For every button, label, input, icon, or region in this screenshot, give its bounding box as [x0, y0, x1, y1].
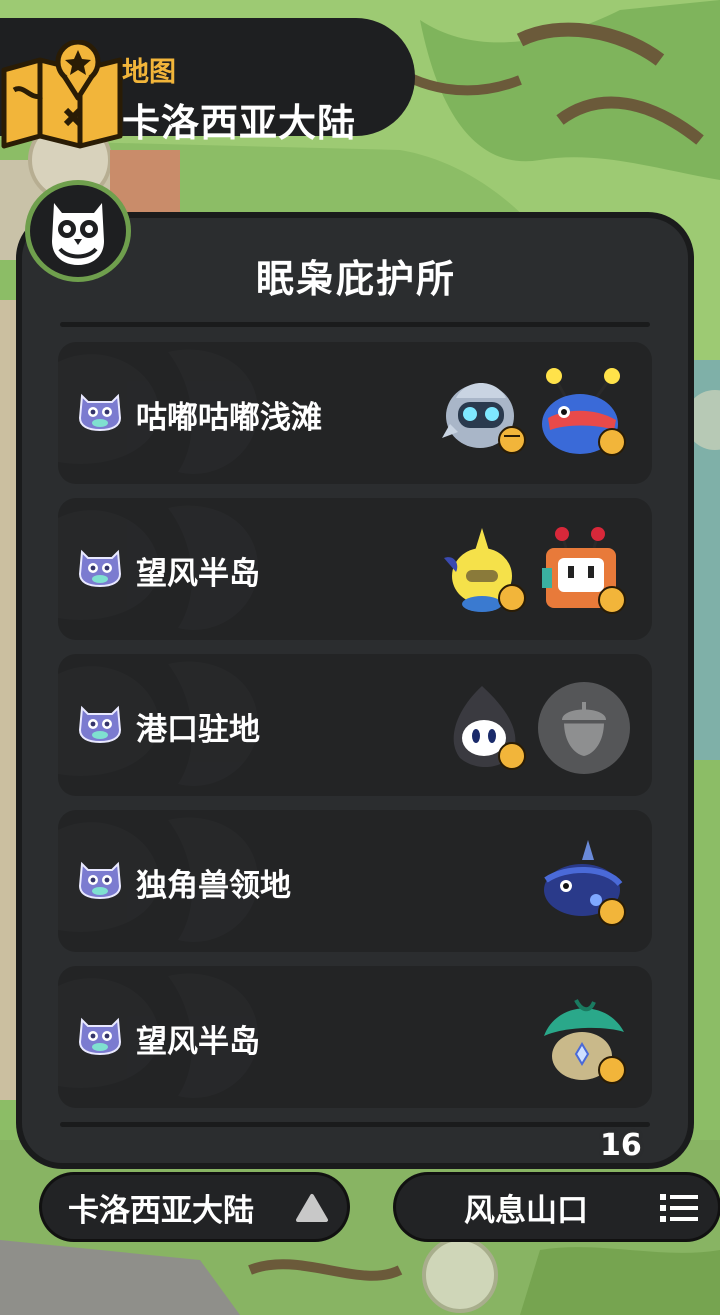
- pet-ghost-blue-icon[interactable]: [436, 368, 532, 464]
- owl-icon: [78, 1017, 122, 1056]
- owl-icon: [78, 861, 122, 900]
- pet-yellow-sprite-icon[interactable]: [436, 524, 532, 620]
- panel-divider-bottom: [60, 1122, 650, 1127]
- pet-horned-fish-icon[interactable]: [536, 836, 632, 932]
- list-icon: [660, 1194, 698, 1222]
- pet-fish-antenna-icon[interactable]: [536, 368, 632, 464]
- triangle-up-icon: [296, 1194, 328, 1222]
- map-label: 地图: [122, 57, 176, 88]
- area-list-label: 风息山口: [464, 1192, 588, 1229]
- panel-divider-top: [60, 322, 650, 327]
- owl-icon: [78, 705, 122, 744]
- region-select-button[interactable]: 卡洛西亚大陆: [42, 1175, 347, 1239]
- sanctuary-name: 望风半岛: [136, 556, 260, 592]
- owl-icon: [30, 185, 126, 277]
- sanctuary-list: 咕嘟咕嘟浅滩 望风半岛 港口驻地 独角兽领地 望风半岛: [58, 342, 652, 1122]
- sanctuary-row[interactable]: 港口驻地: [58, 654, 652, 796]
- sanctuary-row[interactable]: 望风半岛: [58, 966, 652, 1108]
- owl-icon: [78, 549, 122, 588]
- treasure-map-icon: [0, 39, 125, 150]
- empty-acorn-slot-icon[interactable]: [536, 680, 632, 776]
- owl-icon: [78, 393, 122, 432]
- region-select-label: 卡洛西亚大陆: [68, 1192, 254, 1229]
- sanctuary-name: 港口驻地: [136, 712, 260, 748]
- pet-dark-ghost-icon[interactable]: [436, 680, 532, 776]
- sanctuary-name: 咕嘟咕嘟浅滩: [136, 400, 322, 436]
- map-header[interactable]: 地图 卡洛西亚大陆: [0, 18, 415, 149]
- sanctuary-name: 望风半岛: [136, 1024, 260, 1060]
- pet-leaf-hat-icon[interactable]: [536, 992, 632, 1088]
- floor-number: 16: [600, 1128, 642, 1163]
- sanctuary-row[interactable]: 独角兽领地: [58, 810, 652, 952]
- area-list-button[interactable]: 风息山口: [396, 1175, 718, 1239]
- region-title: 卡洛西亚大陆: [122, 101, 357, 145]
- sanctuary-row[interactable]: 望风半岛: [58, 498, 652, 640]
- sanctuary-row[interactable]: 咕嘟咕嘟浅滩: [58, 342, 652, 484]
- pet-robot-box-icon[interactable]: [536, 524, 632, 620]
- sanctuary-name: 独角兽领地: [136, 868, 291, 904]
